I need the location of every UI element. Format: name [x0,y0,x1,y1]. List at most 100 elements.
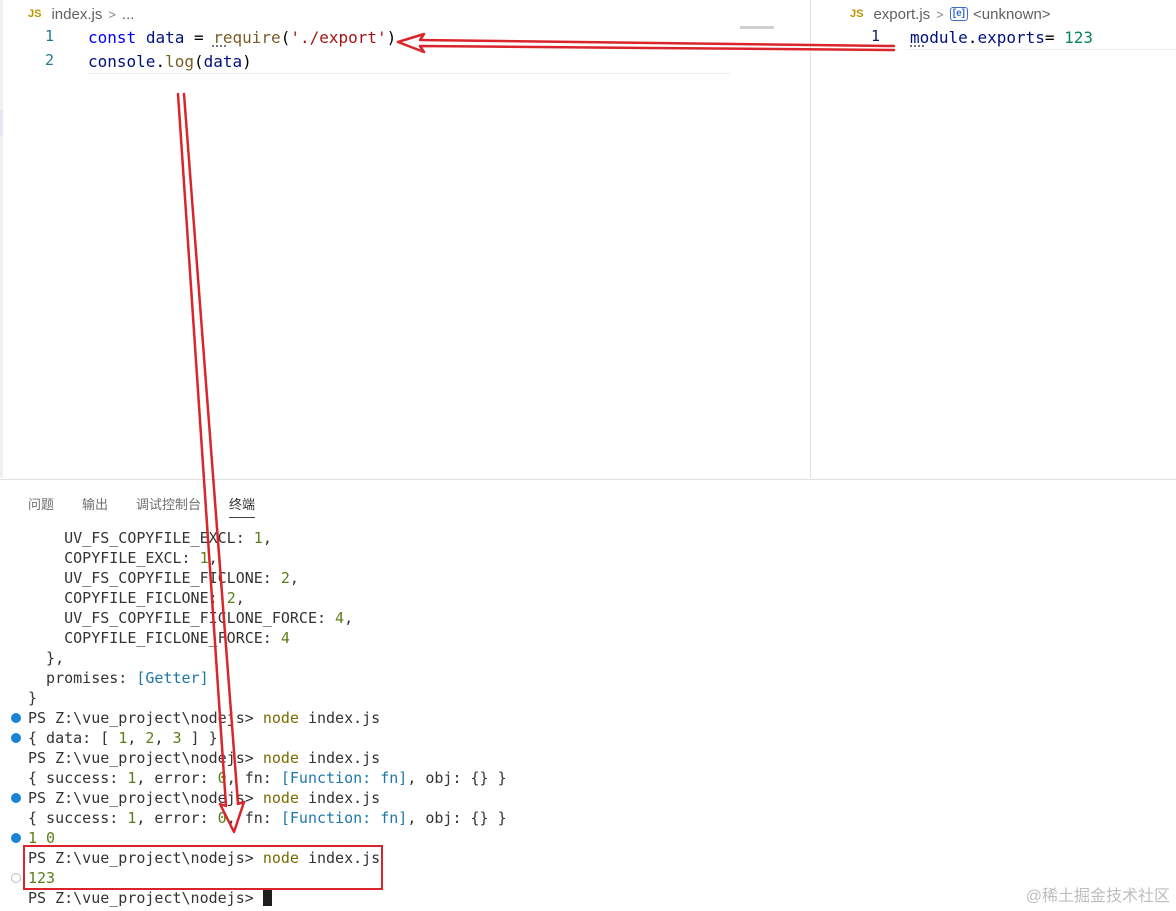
terminal-line: UV_FS_COPYFILE_EXCL: 1, [28,528,272,548]
terminal-line: { data: [ 1, 2, 3 ] } [28,728,218,748]
terminal-text: UV_FS_COPYFILE_FICLONE_FORCE: [28,609,336,627]
editor-export-js[interactable]: JS export.js > [e] <unknown> 1 module.exp… [826,0,1176,478]
terminal-line: PS Z:\vue_project\nodejs> [28,888,272,908]
command-status-icon[interactable] [11,713,21,723]
code-line[interactable]: const data = require('./export') [88,27,396,49]
terminal-text: , [208,549,218,567]
terminal-text: , fn: [226,809,281,827]
terminal-line: }, [28,648,64,668]
terminal-text: 1 [118,729,128,747]
terminal-text: , fn: [226,769,281,787]
terminal-line: UV_FS_COPYFILE_FICLONE_FORCE: 4, [28,608,353,628]
panel-tabs: 问题 输出 调试控制台 终端 [28,494,283,518]
code-token: = [184,28,214,47]
code-token: data [203,52,243,71]
command-status-icon[interactable] [11,733,21,743]
breadcrumb-export[interactable]: JS export.js > [e] <unknown> [850,4,1051,24]
terminal-line: { success: 1, error: 0, fn: [Function: f… [28,808,507,828]
command-pending-icon[interactable] [11,873,21,883]
code-token: log [165,52,194,71]
terminal-text: PS Z:\vue_project\nodejs> [28,889,263,907]
tab-1[interactable]: 输出 [82,494,108,518]
terminal-line: COPYFILE_EXCL: 1, [28,548,218,568]
terminal-text: , [344,609,354,627]
terminal-line: PS Z:\vue_project\nodejs> node index.js [28,748,380,768]
terminal-text: node [262,749,299,767]
code-token: './export' [290,28,387,47]
symbol-variable-icon: [e] [949,7,968,21]
terminal-line: COPYFILE_FICLONE: 2, [28,588,245,608]
tab-2[interactable]: 调试控制台 [136,494,201,518]
code-token: . [967,28,978,47]
terminal-text: 4 [335,609,345,627]
terminal-text: PS Z:\vue_project\nodejs> [28,749,263,767]
terminal-text: , [262,529,272,547]
js-file-icon: JS [28,8,42,20]
editor-divider[interactable] [810,0,811,478]
terminal-text: PS Z:\vue_project\nodejs> [28,789,263,807]
chevron-right-icon: > [108,6,116,22]
command-status-icon[interactable] [11,793,21,803]
terminal-text: 0 [217,809,227,827]
command-status-icon[interactable] [11,833,21,843]
hint-dots [910,45,924,50]
terminal-text: COPYFILE_FICLONE: [28,589,227,607]
terminal-text: , error: [136,809,218,827]
terminal-text: promises: [28,669,137,687]
code-token: ) [386,28,397,47]
current-line-highlight [88,73,730,74]
terminal-text: , obj: {} } [407,769,507,787]
terminal-line: { success: 1, error: 0, fn: [Function: f… [28,768,507,788]
terminal-text: , [154,729,173,747]
minimap[interactable] [740,26,774,29]
breadcrumb-symbol[interactable]: <unknown> [973,6,1051,23]
terminal-text: } [28,689,38,707]
code-token: exports [977,28,1045,47]
terminal-text: index.js [298,709,381,727]
terminal-text: 1 [199,549,209,567]
terminal-text: , [289,569,299,587]
terminal-line: promises: [Getter] [28,668,209,688]
code-token: 123 [1064,28,1094,47]
terminal-text: , obj: {} } [407,809,507,827]
breadcrumb-index[interactable]: JS index.js > ... [28,4,134,24]
terminal-text: }, [28,649,65,667]
terminal-text: UV_FS_COPYFILE_FICLONE: [28,569,281,587]
chevron-right-icon: > [936,6,944,22]
code-token: . [155,52,166,71]
hint-dots [212,45,226,50]
terminal-text: 2 [226,589,236,607]
tab-3[interactable]: 终端 [229,494,256,518]
terminal-text: [Function: fn] [280,809,408,827]
breadcrumb-file[interactable]: index.js [51,6,102,23]
code-token: = [1044,28,1065,47]
terminal-text: PS Z:\vue_project\nodejs> [28,709,263,727]
terminal-text: node [262,789,299,807]
line-number: 2 [44,51,54,69]
terminal-line: PS Z:\vue_project\nodejs> node index.js [28,708,380,728]
terminal-text: UV_FS_COPYFILE_EXCL: [28,529,254,547]
code-line[interactable]: module.exports= 123 [910,27,1093,49]
terminal-text: 4 [280,629,290,647]
terminal-text: [Function: fn] [280,769,408,787]
terminal-text: node [262,709,299,727]
terminal-text: { data: [ [28,729,119,747]
terminal-line: UV_FS_COPYFILE_FICLONE: 2, [28,568,299,588]
editor-index-js[interactable]: JS index.js > ... 1 const data = require(… [0,0,810,478]
annotation-highlight-box [23,845,383,890]
terminal-cursor [262,889,272,906]
current-line-highlight [908,49,1176,50]
terminal-text: , error: [136,769,218,787]
watermark: @稀土掘金技术社区 [1025,888,1170,905]
code-line[interactable]: console.log(data) [88,51,252,73]
breadcrumb-more[interactable]: ... [122,6,135,23]
terminal-text: [Getter] [136,669,209,687]
terminal-text: , [127,729,146,747]
terminal-text: index.js [298,789,381,807]
terminal-line: } [28,688,37,708]
breadcrumb-file[interactable]: export.js [873,6,930,23]
terminal-text: COPYFILE_EXCL: [28,549,200,567]
terminal-text: index.js [298,749,381,767]
tab-0[interactable]: 问题 [28,494,54,518]
